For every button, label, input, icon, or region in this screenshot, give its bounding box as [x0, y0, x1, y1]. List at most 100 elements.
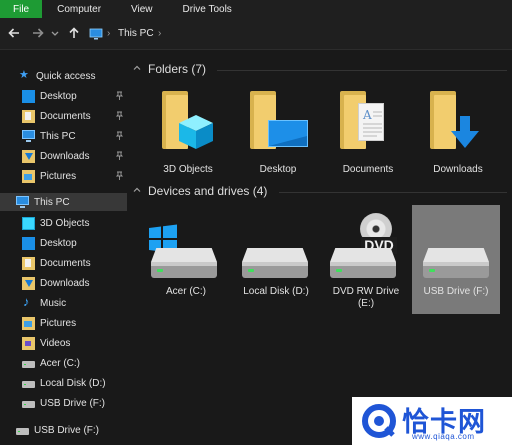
tab-file[interactable]: File [0, 0, 43, 18]
back-button[interactable] [6, 26, 22, 42]
chevron-down-icon [51, 31, 59, 36]
folder-icon [430, 89, 480, 149]
sidebar-item-documents[interactable]: Documents [22, 107, 125, 125]
chevron-up-icon [133, 64, 141, 74]
sidebar-item-pictures[interactable]: Pictures [22, 167, 125, 185]
cube-icon [22, 216, 35, 230]
breadcrumb-separator[interactable]: › [158, 27, 161, 41]
usb-drive-icon [22, 401, 35, 408]
arrow-left-icon [8, 28, 19, 38]
sidebar-item-label: Pictures [40, 170, 77, 182]
sidebar-item-label: Documents [40, 110, 91, 122]
drive-tile-acer-c[interactable]: Acer (C:) [142, 206, 230, 316]
star-icon [18, 68, 31, 83]
sidebar-item-label: Documents [40, 257, 91, 269]
tab-drive-tools[interactable]: Drive Tools [168, 0, 247, 18]
cube-icon [179, 115, 213, 149]
sidebar-item-this-pc[interactable]: This PC [0, 193, 127, 211]
sidebar-item-desktop[interactable]: Desktop [22, 87, 125, 105]
content-pane[interactable]: Folders (7) 3D Objects Desktop A Documen… [127, 51, 512, 445]
navigation-pane[interactable]: Quick access Desktop Documents This PC D… [0, 51, 127, 445]
up-button[interactable] [66, 26, 82, 42]
sidebar-item-label: Acer (C:) [40, 357, 80, 369]
sidebar-item-label: USB Drive (F:) [40, 397, 105, 409]
folder-tile-3d-objects[interactable]: 3D Objects [144, 84, 232, 180]
pin-icon [116, 171, 123, 180]
forward-button[interactable] [30, 26, 46, 42]
folder-tile-desktop[interactable]: Desktop [234, 84, 322, 180]
group-divider [217, 70, 507, 71]
hard-drive-icon [242, 248, 308, 278]
group-header-folders[interactable]: Folders (7) [133, 62, 206, 76]
watermark-url: www.qiaqa.com [412, 432, 475, 441]
folder-tile-downloads[interactable]: Downloads [414, 84, 502, 180]
downloads-icon [22, 149, 35, 163]
sidebar-item-3d-objects[interactable]: 3D Objects [22, 214, 125, 232]
svg-text:A: A [362, 108, 372, 122]
drive-icon [22, 361, 35, 368]
drive-label: USB Drive (F:) [423, 286, 489, 297]
chevron-up-icon [133, 186, 141, 196]
optical-drive-icon [330, 248, 396, 278]
drive-tile-dvd-e[interactable]: DVD DVD RW Drive (E:) [322, 206, 410, 316]
sidebar-item-label: This PC [40, 130, 76, 142]
usb-drive-icon [423, 248, 489, 278]
sidebar-item-desktop[interactable]: Desktop [22, 234, 125, 252]
sidebar-item-quick-access[interactable]: Quick access [18, 67, 125, 85]
recent-locations-button[interactable] [50, 26, 60, 42]
usb-drive-icon [16, 428, 29, 435]
group-divider [279, 192, 507, 193]
tab-computer[interactable]: Computer [42, 0, 116, 18]
breadcrumb-this-pc[interactable]: This PC [118, 27, 154, 41]
documents-icon [22, 109, 35, 123]
folder-tile-documents[interactable]: A Documents [324, 84, 412, 180]
pin-icon [116, 151, 123, 160]
drive-label: Local Disk (D:) [243, 286, 309, 297]
folder-label: Downloads [433, 164, 483, 175]
sidebar-item-videos[interactable]: Videos [22, 334, 125, 352]
watermark-logo-icon [362, 404, 396, 438]
computer-icon [16, 196, 29, 208]
sidebar-item-label: Music [40, 297, 67, 309]
pictures-icon [22, 316, 35, 330]
sidebar-item-music[interactable]: Music [22, 294, 125, 312]
sidebar-item-pictures[interactable]: Pictures [22, 314, 125, 332]
music-note-icon [22, 294, 35, 310]
drive-label: DVD RW Drive (E:) [332, 286, 400, 309]
arrow-right-icon [33, 28, 44, 38]
pin-icon [116, 91, 123, 100]
folder-icon: A [340, 89, 390, 149]
arrow-up-icon [69, 27, 79, 38]
folder-icon [250, 89, 308, 149]
sidebar-item-acer-c[interactable]: Acer (C:) [22, 354, 125, 372]
sidebar-item-downloads[interactable]: Downloads [22, 147, 125, 165]
drive-tile-usb-f[interactable]: USB Drive (F:) [412, 205, 500, 314]
desktop-screen-icon [268, 120, 308, 147]
sidebar-item-label: Local Disk (D:) [40, 377, 106, 389]
navigation-bar: › This PC › [0, 18, 512, 50]
sidebar-item-downloads[interactable]: Downloads [22, 274, 125, 292]
tab-view[interactable]: View [116, 0, 168, 18]
downloads-icon [22, 276, 35, 290]
sidebar-item-usb-drive-f[interactable]: USB Drive (F:) [22, 394, 125, 412]
sidebar-item-label: 3D Objects [40, 217, 90, 229]
document-page-icon: A [358, 103, 384, 141]
sidebar-item-label: USB Drive (F:) [34, 424, 99, 436]
sidebar-item-label: Desktop [40, 237, 77, 249]
pin-icon [116, 111, 123, 120]
sidebar-item-label: Downloads [40, 150, 90, 162]
sidebar-item-label: Pictures [40, 317, 77, 329]
watermark: 恰卡网 www.qiaqa.com [352, 397, 512, 445]
drive-tile-local-disk-d[interactable]: Local Disk (D:) [232, 206, 320, 316]
sidebar-item-this-pc-quick[interactable]: This PC [22, 127, 125, 145]
pictures-icon [22, 169, 35, 183]
sidebar-item-documents[interactable]: Documents [22, 254, 125, 272]
ribbon: File Computer View Drive Tools [0, 0, 512, 18]
sidebar-item-usb-drive-root[interactable]: USB Drive (F:) [16, 421, 125, 439]
computer-icon [22, 130, 35, 142]
breadcrumb-separator[interactable]: › [107, 27, 110, 41]
sidebar-item-local-disk-d[interactable]: Local Disk (D:) [22, 374, 125, 392]
group-header-devices[interactable]: Devices and drives (4) [133, 184, 267, 198]
folder-label: 3D Objects [163, 164, 213, 175]
desktop-icon [22, 89, 35, 103]
